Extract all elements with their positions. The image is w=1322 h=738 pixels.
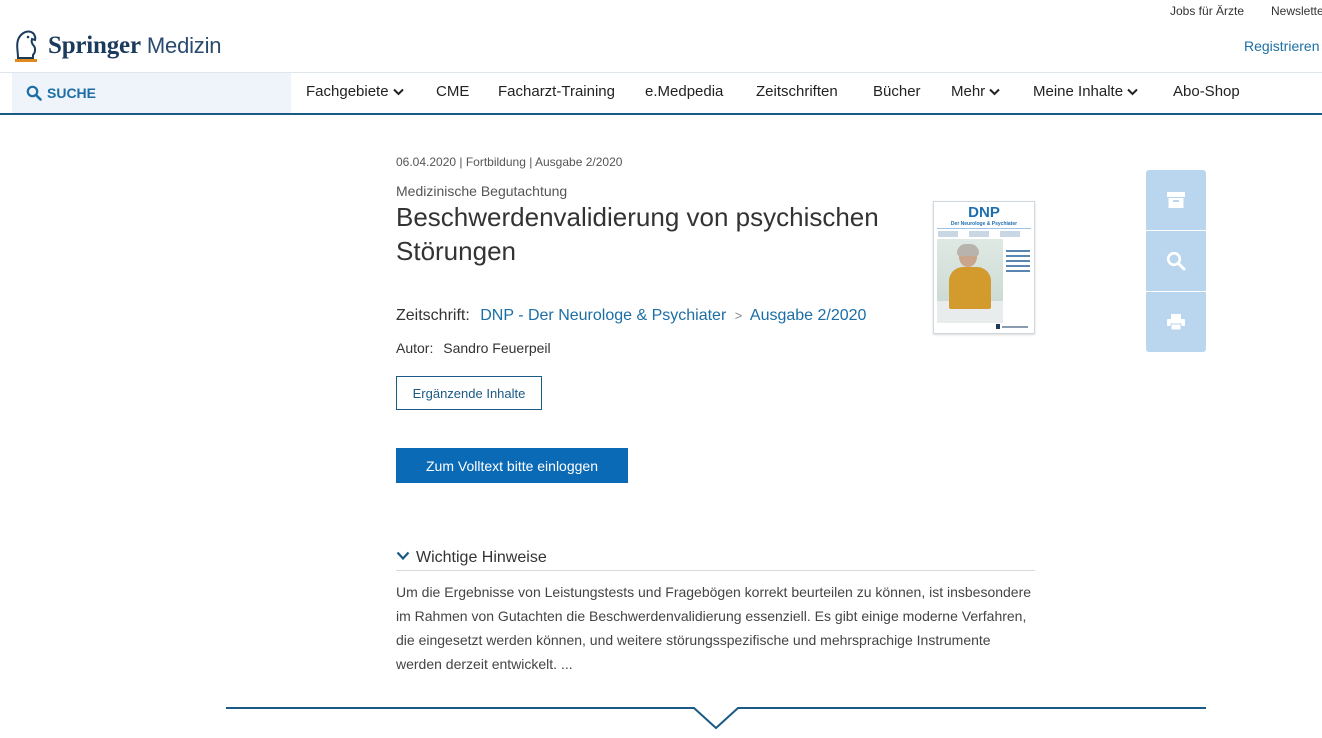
side-toolbar [1146, 170, 1206, 353]
section-divider [226, 707, 1206, 730]
nav-item-facharzt-training[interactable]: Facharzt-Training [498, 73, 615, 113]
issue-link[interactable]: Ausgabe 2/2020 [750, 307, 867, 324]
jobs-link[interactable]: Jobs für Ärzte [1170, 4, 1244, 18]
register-link[interactable]: Registrieren [1244, 38, 1319, 54]
article-subject: Medizinische Begutachtung [396, 183, 568, 199]
nav-item-mehr[interactable]: Mehr [951, 73, 1000, 113]
chevron-down-icon [396, 551, 410, 561]
author-name: Sandro Feuerpeil [443, 340, 551, 356]
abstract-text: Um die Ergebnisse von Leistungstests und… [396, 584, 1032, 672]
springer-medizin-logo[interactable]: Springer Medizin [12, 26, 222, 66]
print-button[interactable] [1146, 292, 1206, 352]
nav-item-cme[interactable]: CME [436, 73, 469, 113]
search-tab-label: SUCHE [47, 85, 97, 101]
chevron-down-icon [1127, 88, 1138, 96]
cover-title: DNP [968, 204, 1000, 221]
nav-item-emedpedia[interactable]: e.Medpedia [645, 73, 723, 113]
chevron-down-icon [989, 88, 1000, 96]
search-tool-button[interactable] [1146, 231, 1206, 291]
main-nav: SUCHE Fachgebiete CME Facharzt-Training … [0, 72, 1322, 115]
nav-item-fachgebiete[interactable]: Fachgebiete [306, 73, 404, 113]
nav-item-zeitschriften[interactable]: Zeitschriften [756, 73, 838, 113]
journal-cover[interactable]: DNP Der Neurologe & Psychiater [933, 201, 1035, 334]
journal-link[interactable]: DNP - Der Neurologe & Psychiater [480, 307, 726, 324]
article-meta: 06.04.2020 | Fortbildung | Ausgabe 2/202… [396, 155, 623, 169]
nav-item-meine-inhalte[interactable]: Meine Inhalte [1033, 73, 1138, 113]
hints-heading: Wichtige Hinweise [416, 549, 547, 566]
nav-item-buecher[interactable]: Bücher [873, 73, 921, 113]
newsletter-link[interactable]: Newslette [1271, 4, 1322, 18]
breadcrumb-separator: > [734, 308, 743, 323]
search-icon [1166, 251, 1186, 271]
cover-publisher-mark [996, 324, 1028, 329]
brand-name: Springer Medizin [48, 32, 222, 59]
journal-line: Zeitschrift: DNP - Der Neurologe & Psych… [396, 307, 866, 325]
knight-logo-icon [15, 30, 37, 62]
search-icon [26, 85, 42, 101]
archive-icon [1167, 192, 1185, 208]
login-fulltext-button[interactable]: Zum Volltext bitte einloggen [396, 448, 628, 483]
article-title: Beschwerdenvalidierung von psychischen S… [396, 202, 879, 266]
nav-item-abo-shop[interactable]: Abo-Shop [1173, 73, 1240, 113]
hints-toggle[interactable]: Wichtige Hinweise [396, 549, 1035, 571]
author-line: Autor: Sandro Feuerpeil [396, 340, 551, 356]
supplementary-content-button[interactable]: Ergänzende Inhalte [396, 376, 542, 410]
archive-button[interactable] [1146, 170, 1206, 230]
print-icon [1167, 314, 1185, 331]
cover-subtitle: Der Neurologe & Psychiater [950, 221, 1018, 227]
search-tab[interactable]: SUCHE [12, 73, 291, 113]
chevron-down-icon [392, 88, 404, 96]
author-label: Autor: [396, 340, 434, 356]
cover-photo [937, 239, 1003, 323]
journal-label: Zeitschrift: [396, 307, 470, 324]
